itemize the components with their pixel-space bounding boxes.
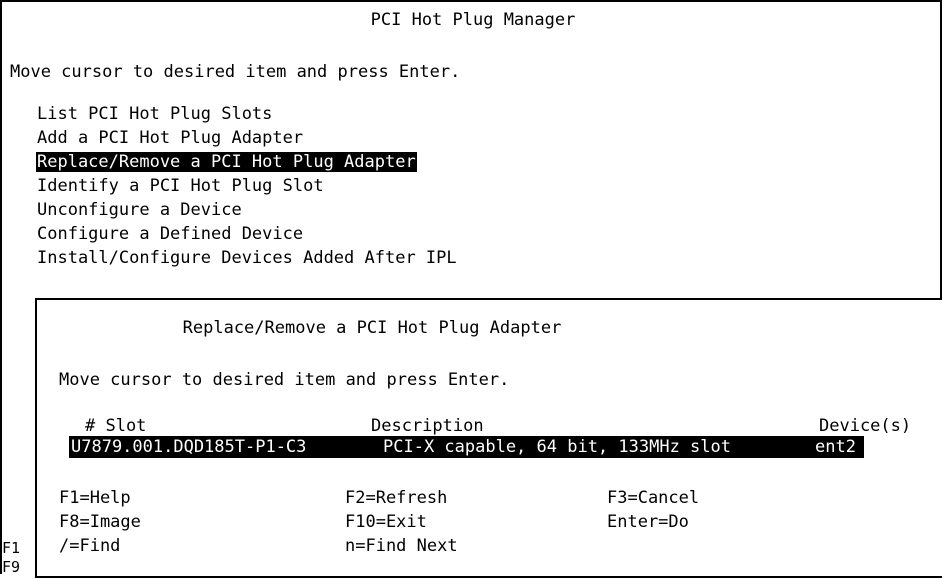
find-key[interactable]: /=Find xyxy=(59,534,120,558)
menu-item-configure-defined-device[interactable]: Configure a Defined Device xyxy=(36,222,458,246)
menu-item-replace-remove-adapter[interactable]: Replace/Remove a PCI Hot Plug Adapter xyxy=(36,150,458,174)
dialog-instruction: Move cursor to desired item and press En… xyxy=(59,370,510,390)
partial-label-f9: F9 xyxy=(2,558,21,576)
menu-item-unconfigure-device[interactable]: Unconfigure a Device xyxy=(36,198,458,222)
menu-list: List PCI Hot Plug Slots Add a PCI Hot Pl… xyxy=(36,102,458,270)
column-header-description: Description xyxy=(371,416,484,436)
f10-exit-key[interactable]: F10=Exit xyxy=(345,510,427,534)
row-slot: U7879.001.DQD185T-P1-C3 xyxy=(71,437,307,457)
row-devices: ent2 xyxy=(815,437,856,457)
row-description: PCI-X capable, 64 bit, 133MHz slot xyxy=(383,437,731,457)
find-next-key[interactable]: n=Find Next xyxy=(345,534,458,558)
f8-image-key[interactable]: F8=Image xyxy=(59,510,141,534)
menu-item-add-adapter[interactable]: Add a PCI Hot Plug Adapter xyxy=(36,126,458,150)
f2-refresh-key[interactable]: F2=Refresh xyxy=(345,486,447,510)
menu-item-list-slots[interactable]: List PCI Hot Plug Slots xyxy=(36,102,458,126)
dialog-title: Replace/Remove a PCI Hot Plug Adapter xyxy=(182,318,562,338)
menu-item-identify-slot[interactable]: Identify a PCI Hot Plug Slot xyxy=(36,174,458,198)
table-row[interactable]: U7879.001.DQD185T-P1-C3 PCI-X capable, 6… xyxy=(69,436,864,458)
instruction-text: Move cursor to desired item and press En… xyxy=(10,62,461,82)
replace-remove-dialog: Replace/Remove a PCI Hot Plug Adapter Mo… xyxy=(35,298,942,578)
column-header-slot: # Slot xyxy=(85,416,147,436)
f3-cancel-key[interactable]: F3=Cancel xyxy=(607,486,699,510)
enter-do-key[interactable]: Enter=Do xyxy=(607,510,689,534)
menu-item-install-configure-devices[interactable]: Install/Configure Devices Added After IP… xyxy=(36,246,458,270)
column-header-devices: Device(s) xyxy=(819,416,912,436)
f1-help-key[interactable]: F1=Help xyxy=(59,486,131,510)
page-title: PCI Hot Plug Manager xyxy=(370,10,576,30)
